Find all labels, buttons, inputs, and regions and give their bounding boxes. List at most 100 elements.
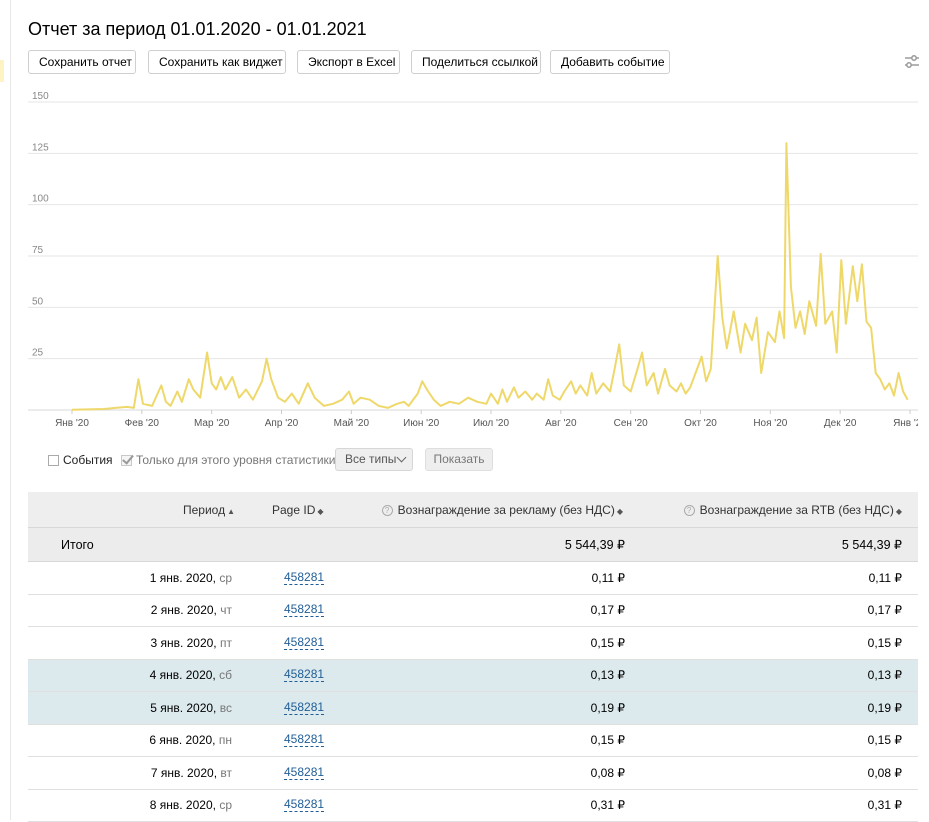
- level-only-checkbox[interactable]: Только для этого уровня статистики: [121, 452, 335, 468]
- x-tick-label: Май '20: [334, 418, 370, 429]
- x-tick-label: Авг '20: [545, 418, 577, 429]
- info-icon[interactable]: ?: [684, 505, 695, 516]
- y-tick-label: 150: [32, 92, 49, 102]
- table-row[interactable]: 8 янв. 2020, ср 458281 0,31 ₽ 0,31 ₽: [28, 790, 918, 822]
- save-report-button[interactable]: Сохранить отчет: [28, 50, 136, 74]
- x-tick-label: Дек '20: [824, 418, 857, 429]
- sidebar-active-marker: [0, 60, 4, 82]
- period-cell: 2 янв. 2020, чт: [151, 595, 232, 627]
- table-row[interactable]: 5 янв. 2020, вс 458281 0,19 ₽ 0,19 ₽: [28, 692, 918, 725]
- y-tick-label: 25: [32, 348, 44, 359]
- x-tick-label: Янв '21: [893, 418, 918, 429]
- ad-reward-cell: 0,11 ₽: [592, 562, 625, 594]
- chart-filters: События Только для этого уровня статисти…: [48, 448, 508, 472]
- sort-icon: ◆: [617, 507, 623, 516]
- row-date: 2 янв. 2020,: [151, 603, 217, 617]
- ad-reward-column-header[interactable]: ? Вознаграждение за рекламу (без НДС)◆: [382, 492, 623, 528]
- period-header-label: Период: [183, 503, 225, 517]
- page-id-link[interactable]: 458281: [284, 798, 324, 812]
- rtb-reward-cell: 0,31 ₽: [868, 790, 902, 822]
- y-tick-label: 50: [32, 296, 44, 307]
- row-date: 5 янв. 2020,: [150, 701, 216, 715]
- y-tick-label: 100: [32, 194, 49, 205]
- page-id-link[interactable]: 458281: [284, 636, 324, 650]
- page-title: Отчет за период 01.01.2020 - 01.01.2021: [28, 19, 367, 40]
- total-rtb-reward: 5 544,39 ₽: [842, 528, 902, 561]
- page-id-cell: 458281: [284, 595, 324, 627]
- revenue-line-chart: 150125100755025Янв '20Фев '20Мар '20Апр …: [28, 92, 918, 434]
- page-id-cell: 458281: [284, 692, 324, 724]
- page-id-link[interactable]: 458281: [284, 766, 324, 780]
- page-id-link[interactable]: 458281: [284, 603, 324, 617]
- sliders-icon[interactable]: [903, 53, 921, 71]
- page-id-cell: 458281: [284, 757, 324, 789]
- row-weekday: пн: [219, 733, 232, 747]
- rtb-reward-cell: 0,19 ₽: [868, 692, 902, 724]
- period-cell: 6 янв. 2020, пн: [149, 725, 232, 757]
- rtb-reward-column-header[interactable]: ? Вознаграждение за RTB (без НДС)◆: [684, 492, 902, 528]
- sidebar-edge: [10, 0, 11, 820]
- rtb-reward-cell: 0,13 ₽: [868, 660, 902, 692]
- page-id-cell: 458281: [284, 562, 324, 594]
- events-checkbox-box[interactable]: [48, 455, 59, 466]
- table-row[interactable]: 6 янв. 2020, пн 458281 0,15 ₽ 0,15 ₽: [28, 725, 918, 758]
- x-tick-label: Апр '20: [265, 418, 299, 429]
- row-date: 7 янв. 2020,: [151, 766, 217, 780]
- page-id-link[interactable]: 458281: [284, 571, 324, 585]
- y-tick-label: 125: [32, 142, 49, 153]
- sort-asc-icon: ▲: [227, 507, 235, 516]
- table-row[interactable]: 4 янв. 2020, сб 458281 0,13 ₽ 0,13 ₽: [28, 660, 918, 693]
- period-cell: 3 янв. 2020, пт: [150, 627, 232, 659]
- total-label: Итого: [61, 528, 94, 561]
- table-row[interactable]: 3 янв. 2020, пт 458281 0,15 ₽ 0,15 ₽: [28, 627, 918, 660]
- page-id-header-label: Page ID: [272, 503, 315, 517]
- ad-reward-cell: 0,15 ₽: [591, 725, 625, 757]
- period-column-header[interactable]: Период▲: [183, 492, 235, 528]
- x-tick-label: Июн '20: [403, 418, 439, 429]
- level-only-checkbox-box[interactable]: [121, 455, 132, 466]
- ad-reward-cell: 0,17 ₽: [591, 595, 625, 627]
- info-icon[interactable]: ?: [382, 505, 393, 516]
- series-line: [72, 143, 908, 410]
- page-id-column-header[interactable]: Page ID◆: [272, 492, 324, 528]
- event-types-select[interactable]: Все типы: [335, 448, 413, 471]
- share-link-button[interactable]: Поделиться ссылкой: [411, 50, 541, 74]
- ad-reward-header-label: Вознаграждение за рекламу (без НДС): [398, 503, 615, 517]
- x-tick-label: Июл '20: [473, 418, 510, 429]
- page-id-link[interactable]: 458281: [284, 701, 324, 715]
- period-cell: 5 янв. 2020, вс: [150, 692, 232, 724]
- x-tick-label: Янв '20: [55, 418, 89, 429]
- add-event-button[interactable]: Добавить событие: [550, 50, 670, 74]
- x-tick-label: Окт '20: [684, 418, 717, 429]
- row-date: 8 янв. 2020,: [150, 798, 216, 812]
- period-cell: 8 янв. 2020, ср: [150, 790, 232, 822]
- ad-reward-cell: 0,31 ₽: [591, 790, 625, 822]
- x-tick-label: Мар '20: [194, 418, 230, 429]
- rtb-reward-cell: 0,15 ₽: [868, 725, 902, 757]
- export-excel-button[interactable]: Экспорт в Excel: [297, 50, 400, 74]
- page-id-link[interactable]: 458281: [284, 668, 324, 682]
- rtb-reward-cell: 0,08 ₽: [868, 757, 902, 789]
- total-ad-reward: 5 544,39 ₽: [565, 528, 625, 561]
- page-id-link[interactable]: 458281: [284, 733, 324, 747]
- events-checkbox[interactable]: События: [48, 452, 113, 468]
- period-cell: 4 янв. 2020, сб: [150, 660, 232, 692]
- ad-reward-cell: 0,15 ₽: [591, 627, 625, 659]
- rtb-reward-header-label: Вознаграждение за RTB (без НДС): [700, 503, 894, 517]
- x-tick-label: Сен '20: [614, 418, 649, 429]
- page-id-cell: 458281: [284, 627, 324, 659]
- x-tick-label: Фев '20: [125, 418, 160, 429]
- level-only-checkbox-label: Только для этого уровня статистики: [136, 453, 335, 467]
- event-types-select-value: Все типы: [345, 452, 396, 466]
- table-row[interactable]: 7 янв. 2020, вт 458281 0,08 ₽ 0,08 ₽: [28, 757, 918, 790]
- total-row: Итого 5 544,39 ₽ 5 544,39 ₽: [28, 528, 918, 562]
- save-widget-button[interactable]: Сохранить как виджет: [148, 50, 286, 74]
- show-button[interactable]: Показать: [425, 448, 493, 471]
- period-cell: 1 янв. 2020, ср: [150, 562, 232, 594]
- table-row[interactable]: 1 янв. 2020, ср 458281 0,11 ₽ 0,11 ₽: [28, 562, 918, 595]
- page-id-cell: 458281: [284, 660, 324, 692]
- row-weekday: сб: [219, 668, 232, 682]
- ad-reward-cell: 0,13 ₽: [591, 660, 625, 692]
- sort-icon: ◆: [896, 507, 902, 516]
- table-row[interactable]: 2 янв. 2020, чт 458281 0,17 ₽ 0,17 ₽: [28, 595, 918, 628]
